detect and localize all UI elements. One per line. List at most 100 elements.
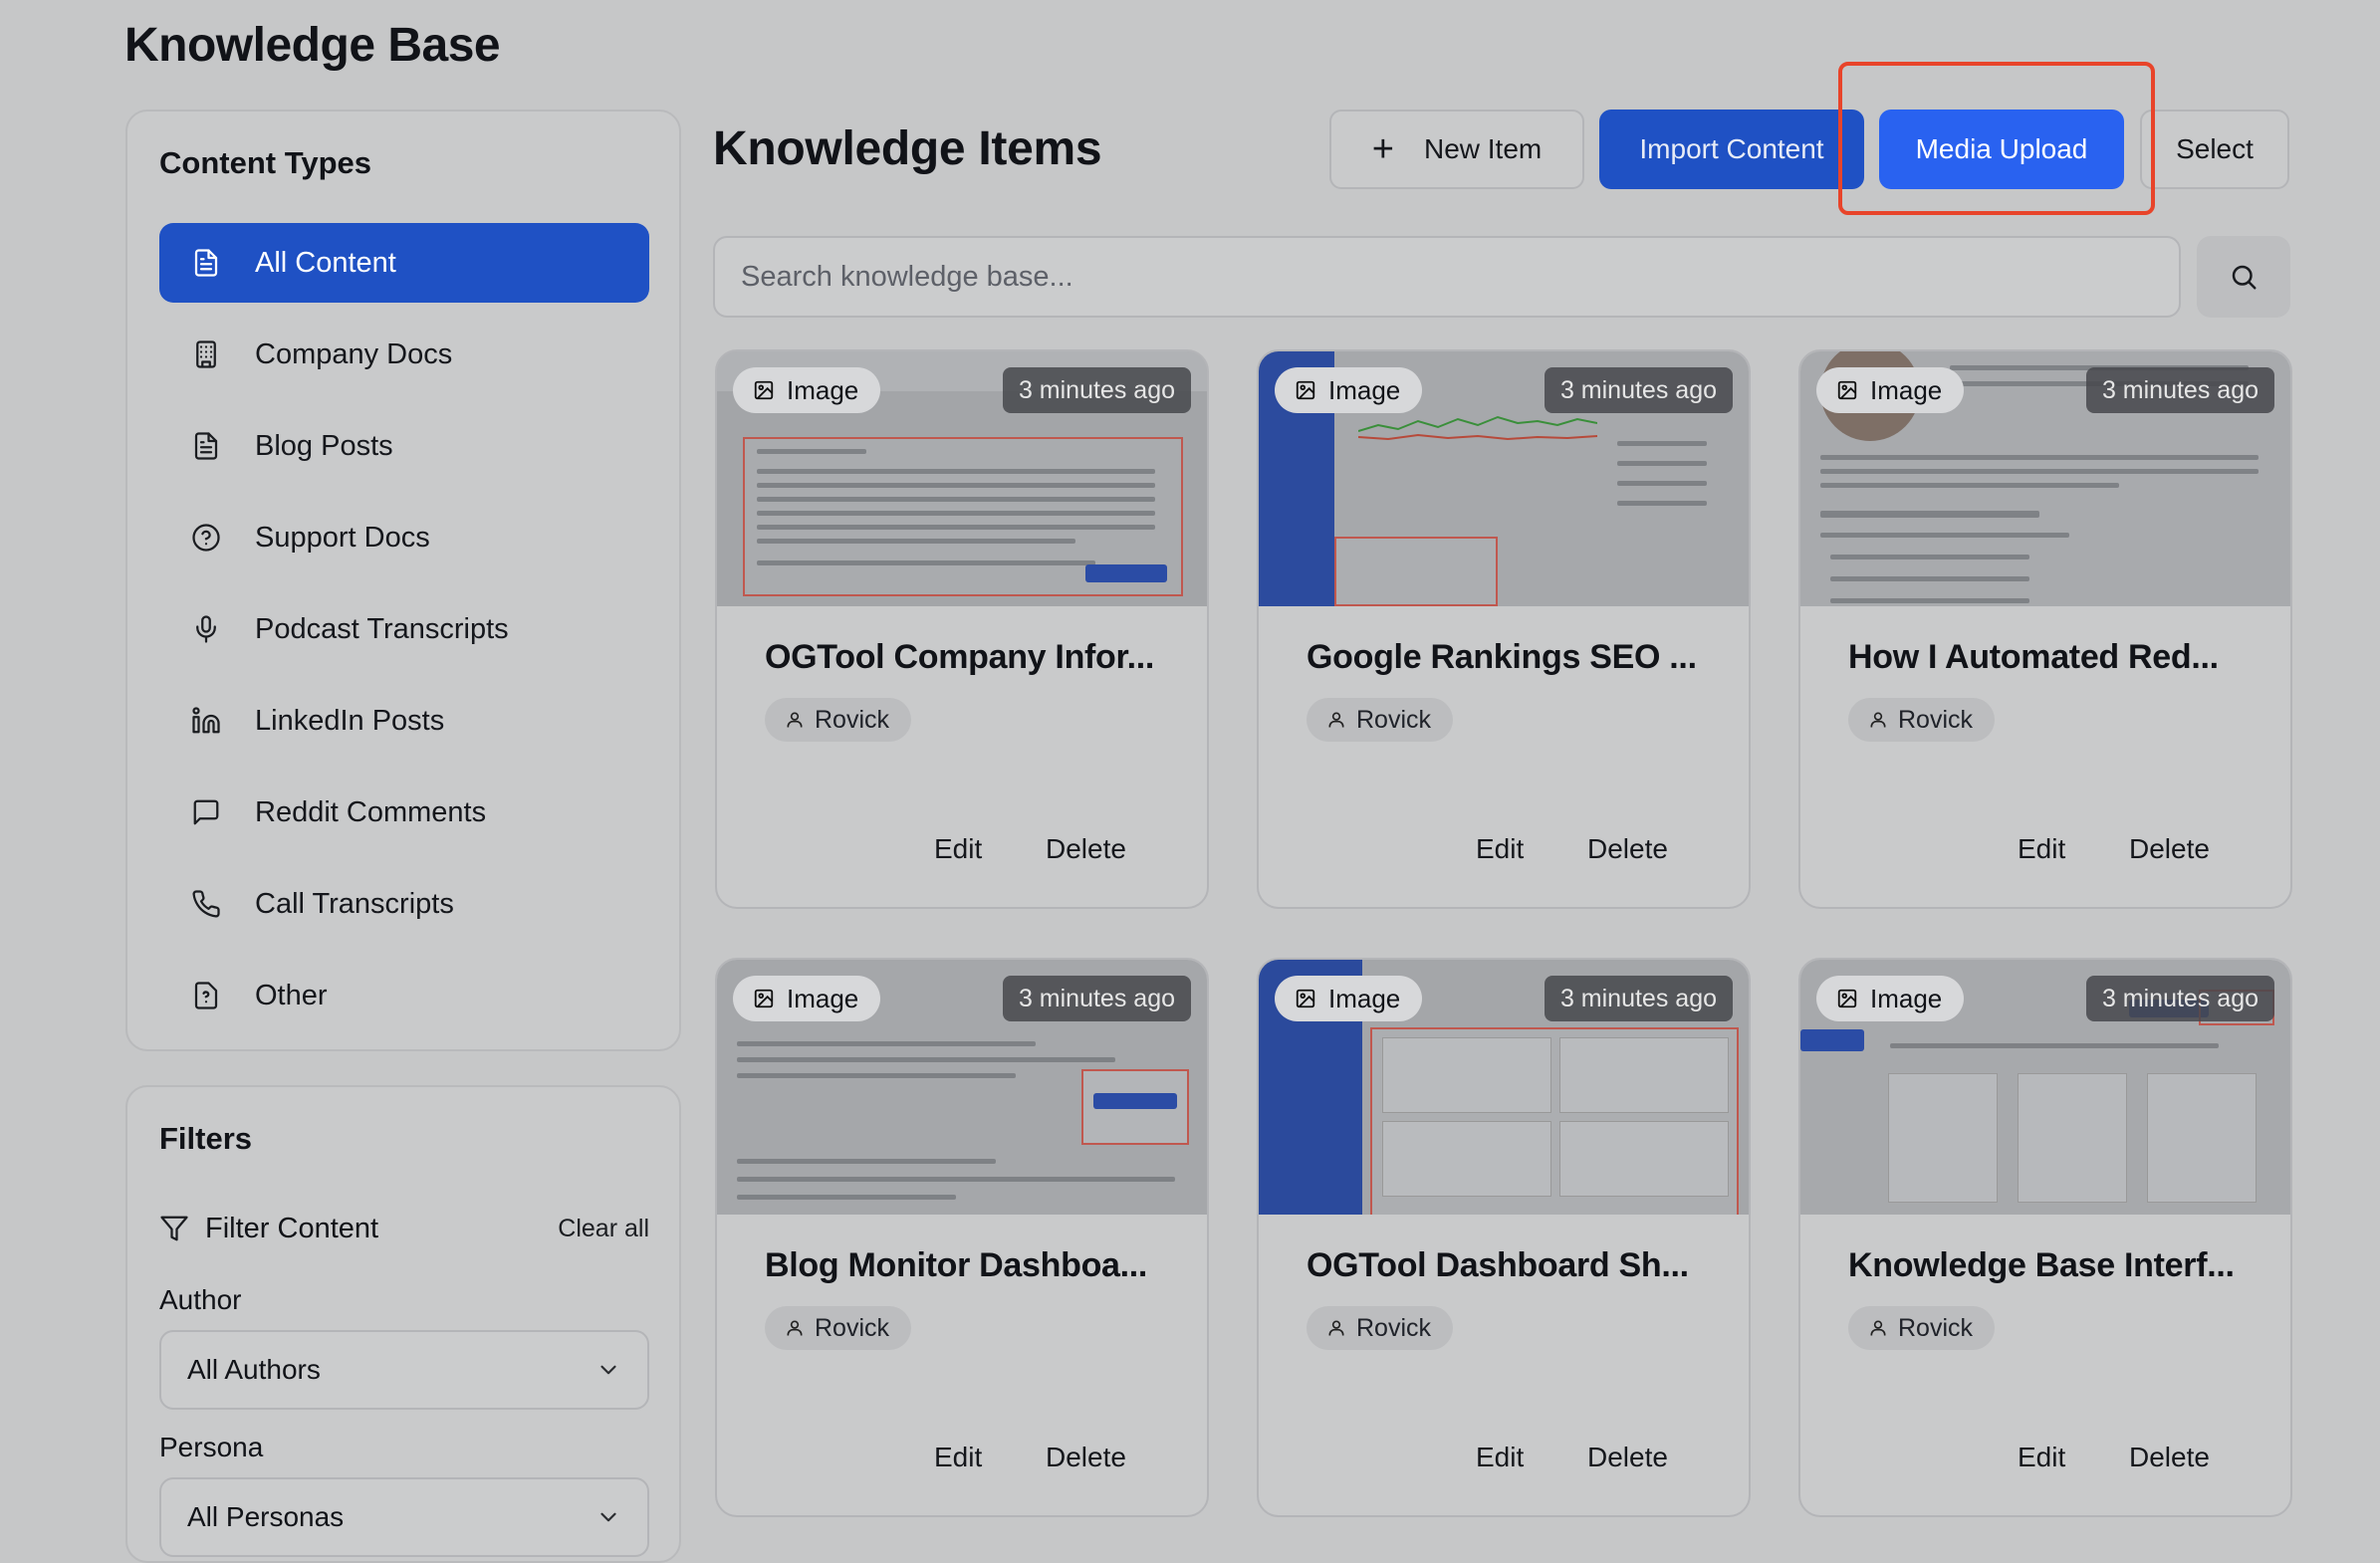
type-badge-label: Image [787, 983, 859, 1013]
building-icon [191, 339, 221, 369]
sidebar-item-label: Support Docs [255, 521, 430, 554]
page-title: Knowledge Base [124, 19, 501, 72]
user-icon [1326, 710, 1346, 730]
sidebar-item-label: All Content [255, 246, 396, 279]
sidebar-item-all-content[interactable]: All Content [159, 223, 649, 303]
clear-all-button[interactable]: Clear all [558, 1215, 649, 1243]
linkedin-icon [191, 706, 221, 736]
card-title: Google Rankings SEO ... [1307, 638, 1697, 676]
sidebar-item-call-transcripts[interactable]: Call Transcripts [159, 864, 649, 944]
chevron-down-icon [595, 1504, 621, 1530]
select-button[interactable]: Select [2140, 110, 2289, 189]
sidebar-item-label: Other [255, 979, 328, 1011]
card-title: Knowledge Base Interf... [1848, 1246, 2235, 1284]
card-title: OGTool Dashboard Sh... [1307, 1246, 1689, 1284]
persona-select[interactable]: All Personas [159, 1477, 649, 1557]
type-badge-label: Image [787, 374, 859, 405]
new-item-label: New Item [1423, 133, 1543, 164]
edit-button[interactable]: Edit [1476, 833, 1524, 865]
knowledge-card[interactable]: Image 3 minutes ago How I Automated Red.… [1798, 349, 2292, 909]
author-chip: Rovick [765, 1306, 912, 1350]
file-question-icon [191, 981, 221, 1010]
import-content-button[interactable]: Import Content [1599, 110, 1864, 189]
edit-button[interactable]: Edit [934, 1442, 982, 1473]
search-icon [2229, 262, 2259, 292]
delete-button[interactable]: Delete [2129, 833, 2210, 865]
timestamp-badge: 3 minutes ago [1002, 976, 1191, 1021]
type-badge-label: Image [1328, 374, 1401, 405]
author-chip: Rovick [765, 698, 912, 742]
sidebar-item-other[interactable]: Other [159, 956, 649, 1035]
delete-button[interactable]: Delete [1587, 833, 1668, 865]
search-button[interactable] [2197, 236, 2290, 318]
type-badge-label: Image [1870, 983, 1943, 1013]
image-icon [1836, 988, 1858, 1009]
author-chip: Rovick [1307, 1306, 1454, 1350]
knowledge-items-title: Knowledge Items [713, 122, 1102, 175]
user-icon [1326, 1318, 1346, 1338]
chevron-down-icon [595, 1357, 621, 1383]
delete-button[interactable]: Delete [1046, 1442, 1126, 1473]
edit-button[interactable]: Edit [1476, 1442, 1524, 1473]
help-circle-icon [191, 523, 221, 553]
image-icon [753, 988, 775, 1009]
card-title: OGTool Company Infor... [765, 638, 1155, 676]
sidebar-item-label: Company Docs [255, 337, 453, 370]
type-badge: Image [1275, 367, 1423, 413]
sidebar-item-blog-posts[interactable]: Blog Posts [159, 406, 649, 486]
sidebar-item-reddit-comments[interactable]: Reddit Comments [159, 773, 649, 852]
author-chip: Rovick [1848, 698, 1996, 742]
persona-select-value: All Personas [187, 1501, 345, 1532]
media-upload-highlight [1838, 62, 2155, 215]
timestamp-badge: 3 minutes ago [1544, 976, 1733, 1021]
delete-button[interactable]: Delete [1046, 833, 1126, 865]
microphone-icon [191, 614, 221, 644]
document-icon [191, 248, 221, 278]
edit-button[interactable]: Edit [2018, 833, 2065, 865]
filter-content-label: Filter Content [205, 1212, 379, 1244]
delete-button[interactable]: Delete [1587, 1442, 1668, 1473]
phone-icon [191, 889, 221, 919]
plus-icon: + [1371, 128, 1394, 170]
message-square-icon [191, 797, 221, 827]
edit-button[interactable]: Edit [2018, 1442, 2065, 1473]
card-title: Blog Monitor Dashboa... [765, 1246, 1148, 1284]
delete-button[interactable]: Delete [2129, 1442, 2210, 1473]
persona-label: Persona [159, 1432, 264, 1462]
sidebar-item-linkedin-posts[interactable]: LinkedIn Posts [159, 681, 649, 761]
author-chip: Rovick [1307, 698, 1454, 742]
filter-content-row: Filter Content Clear all [159, 1207, 649, 1250]
knowledge-card[interactable]: Image 3 minutes ago OGTool Company Infor… [715, 349, 1209, 909]
user-icon [785, 1318, 805, 1338]
author-name: Rovick [1898, 705, 1974, 734]
author-name: Rovick [1356, 1313, 1432, 1342]
sidebar-item-company-docs[interactable]: Company Docs [159, 315, 649, 394]
author-name: Rovick [1356, 705, 1432, 734]
knowledge-card[interactable]: Image 3 minutes ago OGTool Dashboard Sh.… [1257, 958, 1751, 1517]
image-icon [1295, 379, 1316, 401]
search-input[interactable]: Search knowledge base... [713, 236, 2181, 318]
type-badge: Image [1816, 367, 1965, 413]
sidebar-item-support-docs[interactable]: Support Docs [159, 498, 649, 577]
knowledge-card[interactable]: Image 3 minutes ago Google Rankings SEO … [1257, 349, 1751, 909]
filters-panel: Filters Filter Content Clear all Author … [125, 1085, 681, 1563]
sidebar-item-label: Call Transcripts [255, 887, 454, 920]
sidebar-item-podcast-transcripts[interactable]: Podcast Transcripts [159, 589, 649, 669]
timestamp-badge: 3 minutes ago [2085, 367, 2274, 413]
knowledge-card[interactable]: Image 3 minutes ago Blog Monitor Dashboa… [715, 958, 1209, 1517]
type-badge-label: Image [1328, 983, 1401, 1013]
author-name: Rovick [815, 1313, 890, 1342]
user-icon [1868, 710, 1888, 730]
image-icon [1295, 988, 1316, 1009]
content-types-panel: Content Types All Content Company Docs B… [125, 110, 681, 1051]
knowledge-card[interactable]: Image 3 minutes ago Knowledge Base Inter… [1798, 958, 2292, 1517]
edit-button[interactable]: Edit [934, 833, 982, 865]
new-item-button[interactable]: + New Item [1329, 110, 1584, 189]
user-icon [1868, 1318, 1888, 1338]
sidebar-item-label: Blog Posts [255, 429, 393, 462]
author-select[interactable]: All Authors [159, 1330, 649, 1410]
timestamp-badge: 3 minutes ago [2085, 976, 2274, 1021]
timestamp-badge: 3 minutes ago [1002, 367, 1191, 413]
type-badge: Image [1816, 976, 1965, 1021]
type-badge: Image [733, 976, 881, 1021]
